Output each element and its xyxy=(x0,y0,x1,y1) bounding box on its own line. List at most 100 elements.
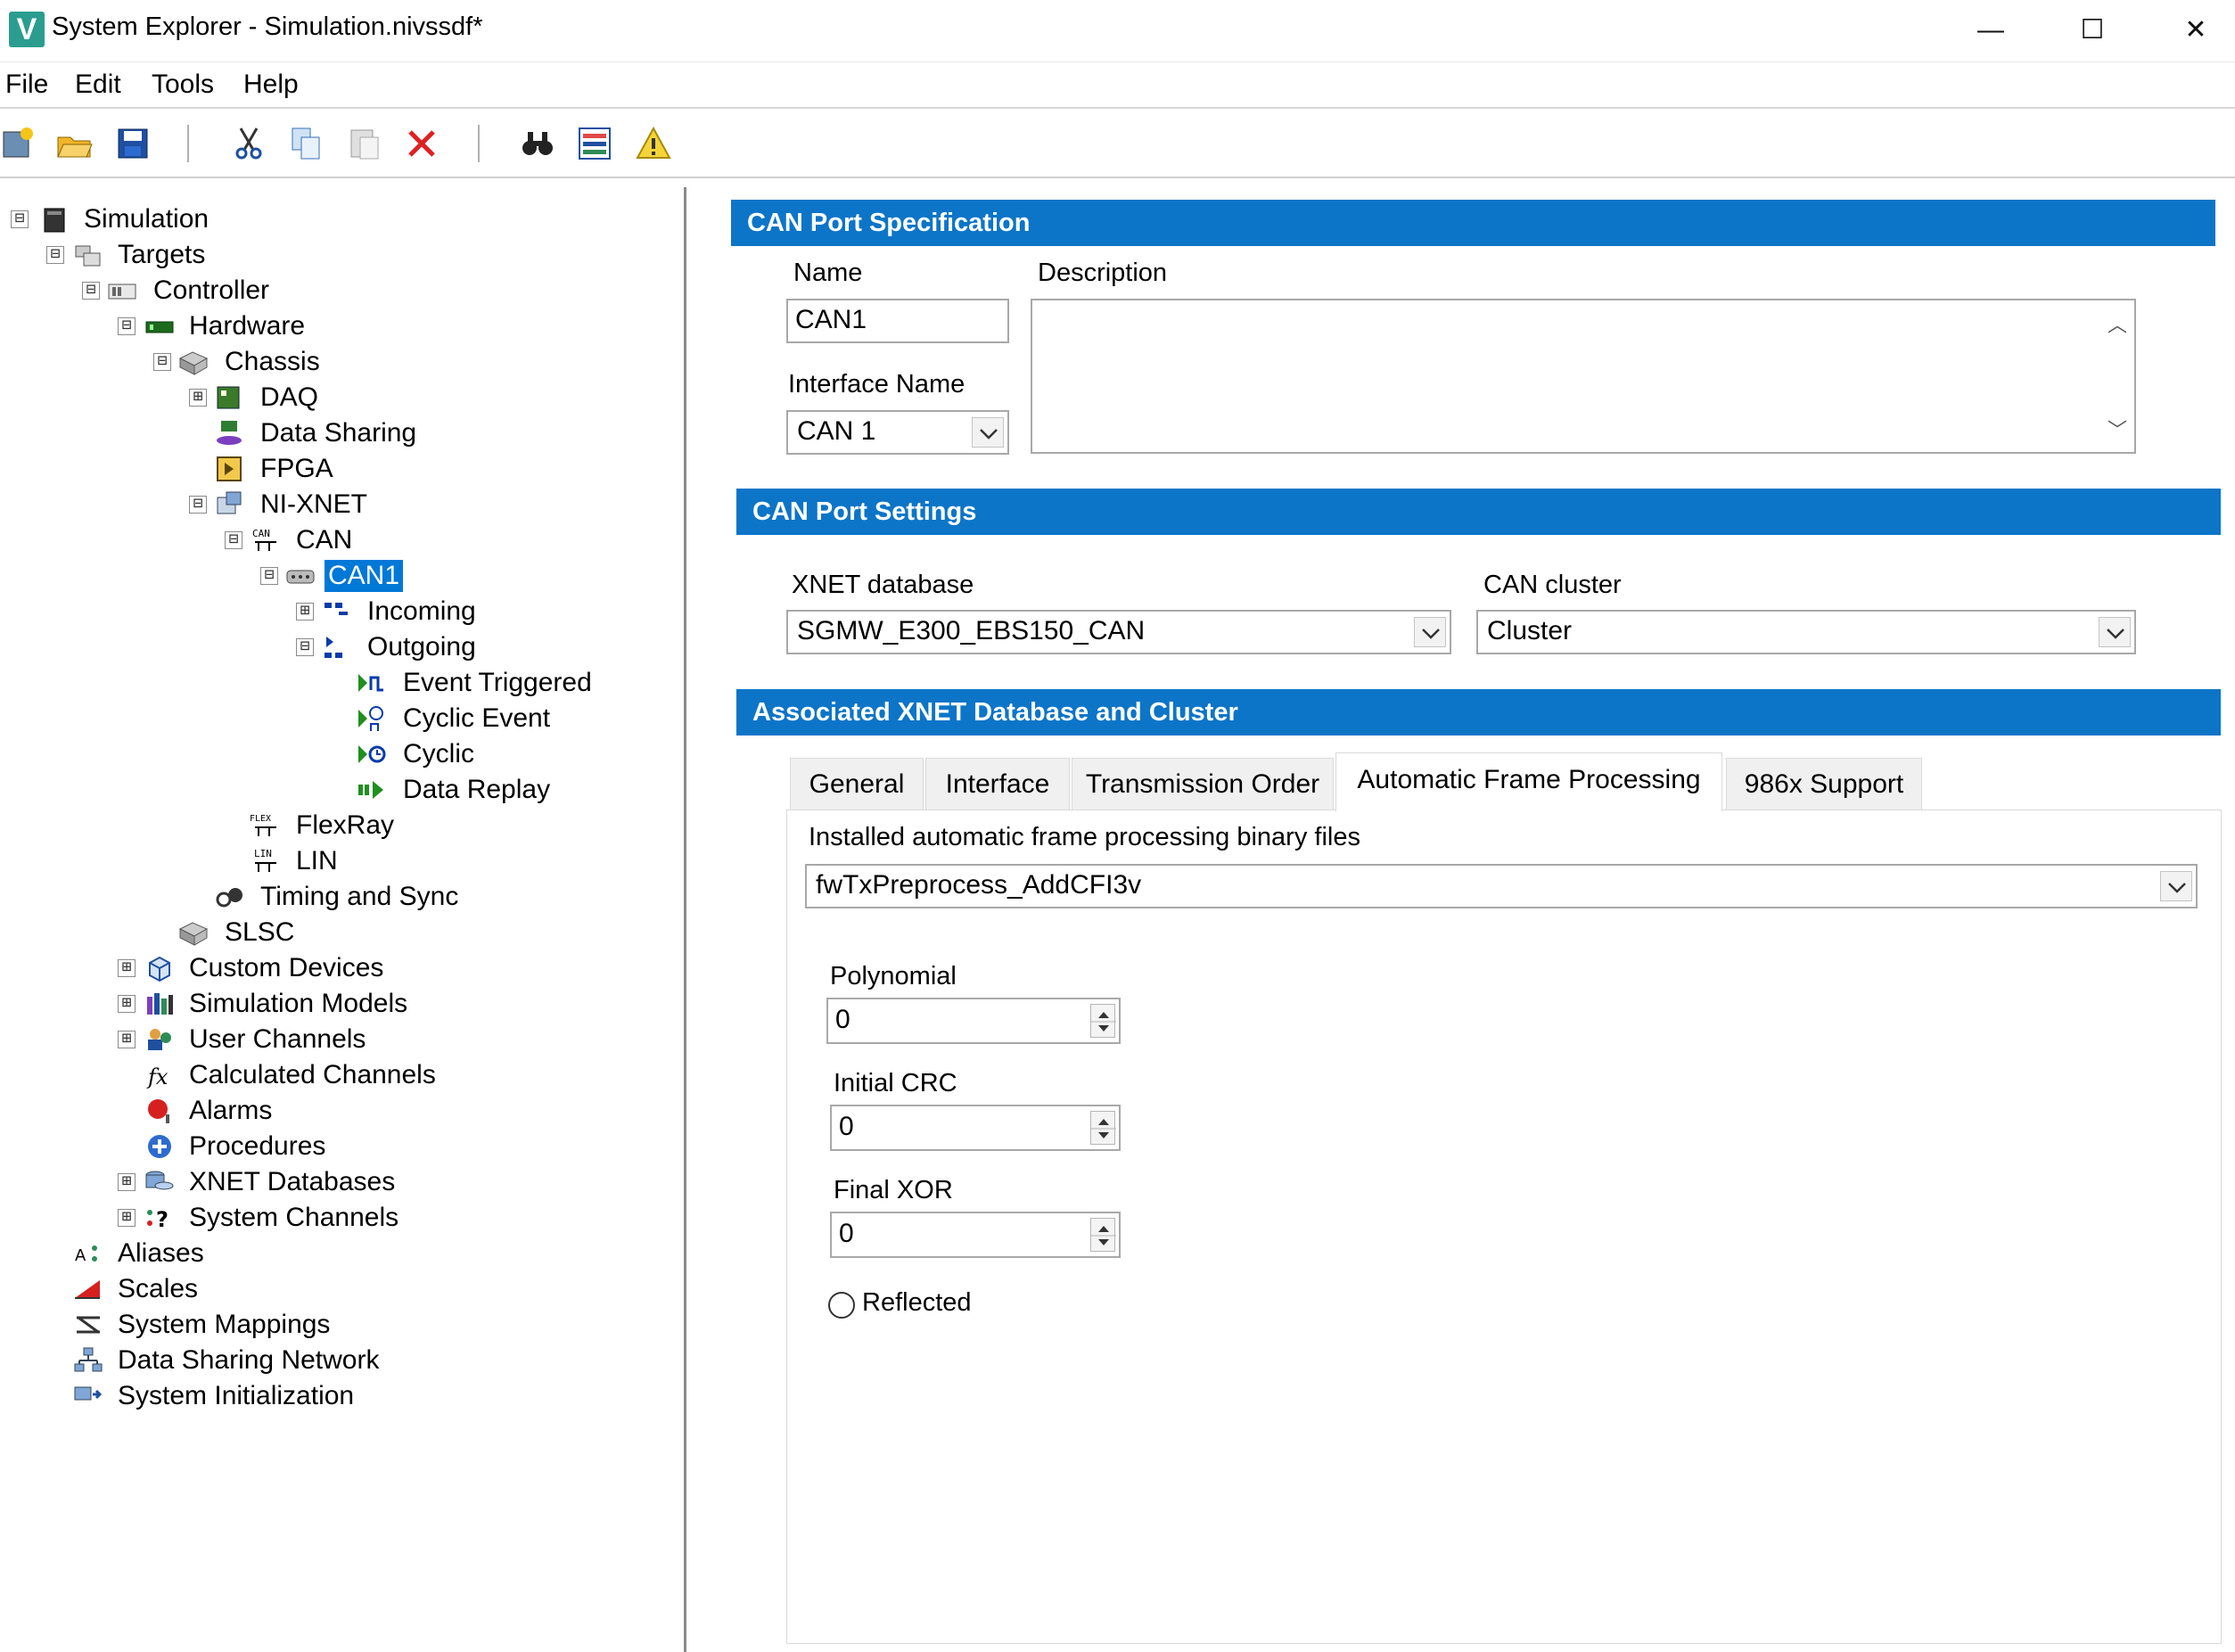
tree-label: Simulation xyxy=(84,204,210,234)
chevron-down-icon[interactable] xyxy=(2099,617,2131,647)
tree-label: Hardware xyxy=(189,311,306,341)
tab-986x-support[interactable]: 986x Support xyxy=(1726,758,1922,810)
maximize-button[interactable]: ☐ xyxy=(2061,7,2124,53)
close-button[interactable]: ✕ xyxy=(2165,7,2227,53)
tab-panel-automatic-frame-processing: Installed automatic frame processing bin… xyxy=(786,810,2222,1644)
can-bus-icon: CAN xyxy=(252,528,276,551)
collapse-toggle[interactable]: ⊟ xyxy=(82,282,100,300)
description-label: Description xyxy=(1038,259,1168,287)
system-tree[interactable]: ⊟ Simulation ⊟ Targets ⊟ Controller ⊟ Ha… xyxy=(0,187,686,1652)
collapse-toggle[interactable]: ⊟ xyxy=(11,210,29,228)
collapse-toggle[interactable]: ⊟ xyxy=(189,496,207,514)
cyclic-icon xyxy=(358,745,386,763)
menu-tools[interactable]: Tools xyxy=(152,70,214,100)
delete-icon[interactable] xyxy=(403,125,440,162)
toolbar-separator xyxy=(478,125,480,162)
scroll-down-icon[interactable]: ﹀ xyxy=(2108,415,2127,443)
expand-toggle[interactable]: ⊞ xyxy=(189,389,207,407)
installed-binaries-label: Installed automatic frame processing bin… xyxy=(809,823,1360,851)
expand-toggle[interactable]: ⊞ xyxy=(118,959,136,977)
app-logo-icon: V xyxy=(9,12,45,47)
tab-general[interactable]: General xyxy=(790,758,924,810)
installed-binaries-value: fwTxPreprocess_AddCFI3v xyxy=(816,870,1142,900)
save-icon[interactable] xyxy=(114,125,152,162)
chevron-down-icon[interactable] xyxy=(1414,617,1446,647)
window-title: System Explorer - Simulation.nivssdf* xyxy=(52,12,483,41)
tree-label: Data Replay xyxy=(403,775,551,804)
scroll-up-icon[interactable]: ︿ xyxy=(2108,309,2127,338)
hardware-icon xyxy=(145,321,174,333)
spinner-arrows-icon[interactable] xyxy=(1090,1004,1116,1038)
tree-label: DAQ xyxy=(260,382,319,412)
tree-label: System Mappings xyxy=(118,1310,331,1339)
menu-bar: File Edit Tools Help xyxy=(0,64,2235,109)
tab-automatic-frame-processing[interactable]: Automatic Frame Processing xyxy=(1335,752,1722,811)
xnet-database-label: XNET database xyxy=(792,571,974,599)
tree-label: Outgoing xyxy=(367,632,476,662)
minimize-button[interactable]: — xyxy=(1960,7,2022,53)
final-xor-label: Final XOR xyxy=(834,1176,953,1204)
chevron-down-icon[interactable] xyxy=(2160,871,2192,901)
xnet-database-dropdown[interactable]: SGMW_E300_EBS150_CAN xyxy=(786,610,1451,654)
section-header-port-settings: CAN Port Settings xyxy=(736,489,2221,535)
expand-toggle[interactable]: ⊞ xyxy=(296,603,314,621)
xnet-database-value: SGMW_E300_EBS150_CAN xyxy=(797,616,1146,645)
open-icon[interactable] xyxy=(55,125,93,162)
spinner-arrows-icon[interactable] xyxy=(1090,1111,1116,1145)
description-field[interactable]: ︿ ﹀ xyxy=(1031,299,2136,454)
chevron-down-icon[interactable] xyxy=(972,417,1004,448)
cut-icon[interactable] xyxy=(230,125,267,162)
collapse-toggle[interactable]: ⊟ xyxy=(153,353,171,371)
tab-transmission-order[interactable]: Transmission Order xyxy=(1072,758,1334,810)
tree-label: System Initialization xyxy=(118,1381,355,1410)
tree-label: Chassis xyxy=(225,347,320,376)
warning-icon[interactable] xyxy=(635,125,672,162)
menu-edit[interactable]: Edit xyxy=(75,70,121,100)
tree-label: Aliases xyxy=(118,1238,204,1268)
initial-crc-field[interactable]: 0 xyxy=(830,1105,1121,1151)
aliases-icon: A xyxy=(75,1245,97,1265)
name-field[interactable]: CAN1 xyxy=(786,299,1009,343)
menu-help[interactable]: Help xyxy=(243,70,299,100)
tree-label: Scales xyxy=(118,1274,199,1303)
collapse-toggle[interactable]: ⊟ xyxy=(296,638,314,656)
data-sharing-icon xyxy=(217,421,242,445)
scales-icon xyxy=(75,1280,100,1299)
reflected-radio[interactable] xyxy=(828,1292,855,1319)
tree-label: LIN xyxy=(296,846,338,875)
svg-text:LIN: LIN xyxy=(254,848,272,859)
can-cluster-dropdown[interactable]: Cluster xyxy=(1476,610,2136,654)
tab-interface[interactable]: Interface xyxy=(925,758,1070,810)
expand-toggle[interactable]: ⊞ xyxy=(118,1031,136,1048)
collapse-toggle[interactable]: ⊟ xyxy=(46,246,64,264)
expand-toggle[interactable]: ⊞ xyxy=(118,995,136,1013)
menu-file[interactable]: File xyxy=(5,70,48,100)
expand-toggle[interactable]: ⊞ xyxy=(118,1209,136,1227)
installed-binaries-dropdown[interactable]: fwTxPreprocess_AddCFI3v xyxy=(805,864,2198,908)
interface-name-dropdown[interactable]: CAN 1 xyxy=(786,410,1009,455)
initial-crc-value: 0 xyxy=(839,1112,854,1141)
xnet-databases-icon xyxy=(145,1171,174,1190)
new-icon[interactable] xyxy=(0,125,37,162)
interface-name-value: CAN 1 xyxy=(797,416,876,446)
tree-label-selected: CAN1 xyxy=(325,560,404,592)
collapse-toggle[interactable]: ⊟ xyxy=(225,531,242,549)
tree-label: NI-XNET xyxy=(260,489,367,519)
collapse-toggle[interactable]: ⊟ xyxy=(118,317,136,335)
procedures-icon xyxy=(148,1135,171,1158)
tree-label: Controller xyxy=(153,275,270,305)
find-icon[interactable] xyxy=(519,125,556,162)
copy-icon[interactable] xyxy=(287,125,325,162)
collapse-toggle[interactable]: ⊟ xyxy=(260,567,278,585)
spinner-arrows-icon[interactable] xyxy=(1090,1218,1116,1252)
paste-icon[interactable] xyxy=(346,125,383,162)
expand-toggle[interactable]: ⊞ xyxy=(118,1173,136,1191)
final-xor-value: 0 xyxy=(839,1219,854,1248)
can-port-icon xyxy=(286,570,315,584)
polynomial-field[interactable]: 0 xyxy=(826,998,1121,1044)
can-cluster-label: CAN cluster xyxy=(1483,571,1622,599)
final-xor-field[interactable]: 0 xyxy=(830,1212,1121,1258)
view-options-icon[interactable] xyxy=(576,125,613,162)
section-header-associated: Associated XNET Database and Cluster xyxy=(736,689,2221,736)
reflected-label: Reflected xyxy=(862,1288,972,1317)
